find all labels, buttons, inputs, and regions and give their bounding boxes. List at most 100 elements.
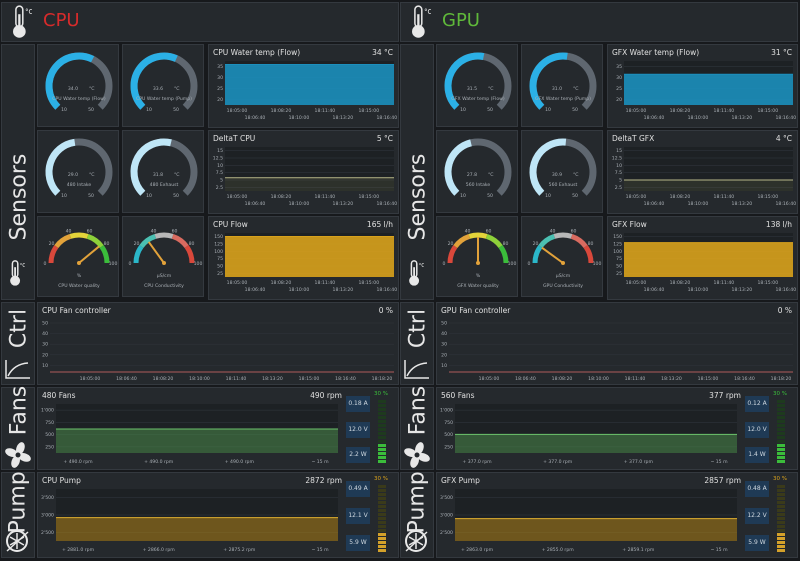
level-segment [378,541,386,544]
thermometer-icon-mercury [14,267,16,278]
y-tick: 250 [45,444,54,450]
y-tick: 40 [42,331,48,337]
gauge-min: 10 [545,107,551,113]
gauge-max: 50 [572,193,578,199]
level-segment [378,489,386,492]
meter-band [553,232,573,239]
gauge-unit: °C [573,86,579,92]
y-tick: 10 [217,163,223,169]
quality-panel: 0 20 40 60 80 100% GFX Water quality [436,216,518,297]
y-tick: 2'500 [41,530,54,536]
level-segment [378,420,386,423]
y-tick: 75 [217,256,223,262]
y-tick: 50 [217,264,223,270]
temperature-gauge: 29.0 °C 480 Intake10 50 [45,138,113,199]
meter-tick: 100 [508,261,517,267]
amps-readout: 0.12 A [745,396,769,412]
meter-band [171,233,189,249]
x-tick: 18:10:00 [588,376,609,382]
meter-tick: 80 [189,241,195,247]
x-tick: 18:16:40 [775,201,796,207]
y-tick: 20 [42,352,48,358]
meter-pivot [162,261,166,265]
level-segment [777,545,785,548]
meter-tick: 40 [66,229,72,235]
meter-tick: 0 [443,261,446,267]
level-segment [378,428,386,431]
x-tick: 18:15:00 [358,280,379,286]
legend-item: ~ 15 m [311,547,329,553]
x-tick: 18:16:40 [775,115,796,121]
level-segment [777,501,785,504]
pump-label: Pump [5,471,31,534]
x-tick: 18:05:00 [479,376,500,382]
meter-tick: 80 [588,241,594,247]
sensors-label: Sensors [6,153,32,241]
gauge-unit: °C [488,86,494,92]
meter-tick: 60 [571,229,577,235]
legend-item: ~ 15 m [710,547,728,553]
y-tick: 2.5 [615,185,622,191]
legend-item: + 2859.1 rpm [622,547,655,553]
fan-curve-icon-curve [7,362,29,377]
gauge-label: GFX Water temp (Flow) [451,96,505,102]
level-segment [378,448,386,451]
meter-band [485,233,503,249]
water-chart-panel: CPU Water temp (Flow) 34 °C 35 30 25 20 18:05:… [208,44,399,128]
gauge-unit: °C [89,86,95,92]
x-tick: 18:16:40 [335,376,356,382]
gauge-min: 10 [545,193,551,199]
legend-item: + 2866.0 rpm [143,547,176,553]
level-segment [378,533,386,536]
gauge-label: 480 Exhaust [150,182,179,188]
volts-readout: 12.1 V [346,508,370,524]
flow-chart-panel: GFX Flow 138 l/h 150 125 100 75 50 25 18:05:00 18… [607,216,798,300]
x-tick: 18:08:20 [271,194,292,200]
legend-item: + 377.0 rpm [462,459,492,465]
x-tick: 18:13:20 [732,201,753,207]
meter-tick: 0 [44,261,47,267]
y-tick: 150 [214,234,223,240]
series-area [455,518,737,541]
y-tick: 1'000 [41,408,54,414]
level-segment [777,416,785,419]
x-tick: 18:06:40 [644,201,665,207]
x-tick: 18:05:00 [626,108,647,114]
level-segment [777,521,785,524]
quality-panel: 0 20 40 60 80 100% CPU Water quality [37,216,119,297]
meter-label: GFX Water quality [457,283,499,289]
section-title: CPU [43,10,80,31]
meter-band [86,233,104,249]
level-segment [777,404,785,407]
temperature-gauge: 31.5 °C GFX Water temp (Flow) 10 50 [444,52,512,113]
x-tick: 18:13:20 [333,201,354,207]
quality-meter: 0 20 40 60 80 100% GFX Water quality [443,229,517,289]
series-area [225,64,394,105]
y-tick: 2'500 [440,530,453,536]
fans-panel: 480 Fans 490 rpm 1'000 750 500 250 + 490.0 rpm… [37,387,399,470]
x-tick: 18:08:20 [670,280,691,286]
y-tick: 15 [616,148,622,154]
temperature-gauge: 27.8 °C 560 Intake10 50 [444,138,512,199]
gauge-unit: °C [488,172,494,178]
amps-readout: 0.18 A [346,396,370,412]
level-segment [378,517,386,520]
meter-pivot [77,261,81,265]
level-segment [378,485,386,488]
pump-icon-vane [9,536,18,542]
x-tick: 18:15:00 [698,376,719,382]
percent-label: 30 % [374,391,388,397]
gauge-panel: 31.0 °C GFX Water temp (Pump) 10 50 [521,44,603,127]
ctrl-label: Ctrl [6,308,32,349]
x-tick: 18:13:20 [732,115,753,121]
gauge-max: 50 [88,107,94,113]
thermometer-icon-mercury [413,267,415,278]
legend-item: ~ 15 m [710,459,728,465]
level-segment [378,537,386,540]
x-tick: 18:16:40 [734,376,755,382]
legend-item: + 490.0 rpm [63,459,93,465]
gauge-label: CPU Water temp (Flow) [52,96,106,102]
level-segment [777,517,785,520]
temperature-gauge: 34.0 °C CPU Water temp (Flow) 10 50 [45,52,113,113]
meter-band [453,233,471,249]
